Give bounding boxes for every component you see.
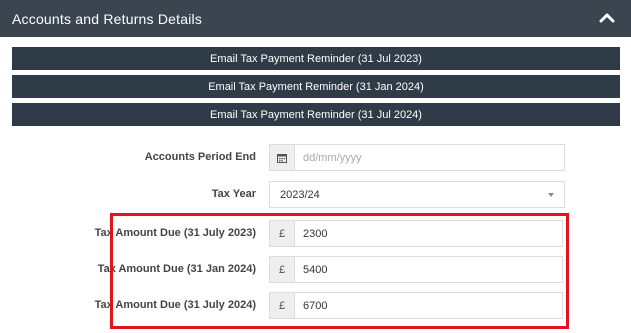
panel-title: Accounts and Returns Details [12,10,203,27]
calendar-icon [269,144,295,171]
tax-due-label-jul-2023: Tax Amount Due (31 July 2023) [94,227,256,239]
caret-down-icon [548,193,554,197]
email-reminder-button-jul-2023[interactable]: Email Tax Payment Reminder (31 Jul 2023) [12,47,620,70]
panel-header[interactable]: Accounts and Returns Details [0,0,631,37]
chevron-up-icon[interactable] [599,11,615,25]
email-reminder-button-jan-2024[interactable]: Email Tax Payment Reminder (31 Jan 2024) [12,75,620,98]
tax-year-select[interactable]: 2023/24 [269,181,565,208]
tax-due-label-jul-2024: Tax Amount Due (31 July 2024) [94,299,256,311]
tax-due-input-jan-2024[interactable]: 5400 [295,256,563,283]
tax-year-value: 2023/24 [280,188,320,201]
tax-due-input-jul-2024[interactable]: 6700 [295,292,563,319]
email-reminder-button-jul-2024[interactable]: Email Tax Payment Reminder (31 Jul 2024) [12,103,620,126]
pound-addon: £ [269,292,295,319]
tax-due-label-jan-2024: Tax Amount Due (31 Jan 2024) [97,263,256,275]
accounts-period-end-input[interactable]: dd/mm/yyyy [295,144,565,171]
tax-due-input-jul-2023[interactable]: 2300 [295,220,563,247]
pound-addon: £ [269,220,295,247]
tax-year-label: Tax Year [211,188,256,200]
accounts-period-end-label: Accounts Period End [144,151,256,163]
pound-addon: £ [269,256,295,283]
